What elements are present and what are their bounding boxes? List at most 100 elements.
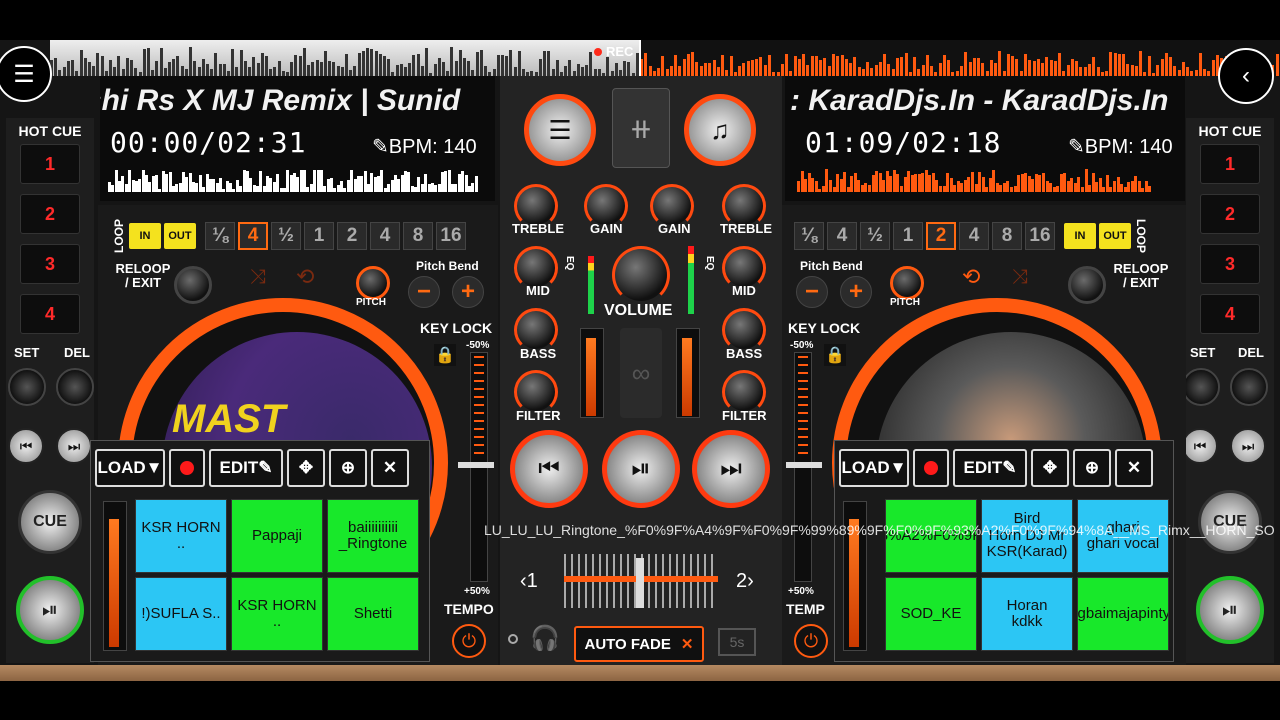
beat-button[interactable]: 1 — [304, 222, 334, 250]
sampler-pad[interactable]: baiiiiiiiiii _Ringtone — [327, 499, 419, 573]
sampler-pad[interactable]: SOD_KE — [885, 577, 977, 651]
pitch-bend-minus-button[interactable]: − — [408, 276, 440, 308]
crossfader-handle[interactable] — [636, 558, 644, 608]
move-button[interactable]: ✥ — [1031, 449, 1069, 487]
hot-cue-2[interactable]: 2 — [1200, 194, 1260, 234]
set-button[interactable] — [8, 368, 46, 406]
key-lock-button[interactable]: 🔒 — [434, 344, 456, 366]
hot-cue-4[interactable]: 4 — [1200, 294, 1260, 334]
key-lock-button[interactable]: 🔒 — [824, 344, 846, 366]
hot-cue-2[interactable]: 2 — [20, 194, 80, 234]
sync-link-button[interactable]: ∞ — [620, 328, 662, 418]
edit-button[interactable]: EDIT ✎ — [953, 449, 1027, 487]
set-button[interactable] — [1182, 368, 1220, 406]
waveform-bar — [543, 51, 547, 76]
beat-button[interactable]: 16 — [436, 222, 466, 250]
master-volume-knob[interactable] — [612, 246, 670, 304]
deck-b-bpm[interactable]: ✎BPM: 140 — [1068, 134, 1173, 159]
auto-fade-button[interactable]: AUTO FADE ✕ — [574, 626, 704, 662]
deck-a-overview-waveform[interactable] — [50, 40, 640, 76]
beat-button[interactable]: 16 — [1025, 222, 1055, 250]
deck-a-prev-button[interactable]: ⏮ — [510, 430, 588, 508]
pitch-bend-plus-button[interactable]: + — [840, 276, 872, 308]
rec-indicator[interactable]: REC — [594, 44, 633, 59]
beat-button[interactable]: 2 — [337, 222, 367, 250]
edit-button[interactable]: EDIT ✎ — [209, 449, 283, 487]
pitch-bend-minus-button[interactable]: − — [796, 276, 828, 308]
hot-cue-3[interactable]: 3 — [20, 244, 80, 284]
close-sampler-button[interactable]: ✕ — [1115, 449, 1153, 487]
hot-cue-4[interactable]: 4 — [20, 294, 80, 334]
hot-cue-1[interactable]: 1 — [1200, 144, 1260, 184]
prev-track-button[interactable]: ⏮ — [1182, 428, 1218, 464]
sampler-pad[interactable]: Horan kdkk — [981, 577, 1073, 651]
move-button[interactable]: ✥ — [287, 449, 325, 487]
close-icon[interactable]: ✕ — [681, 635, 694, 653]
hot-cue-3[interactable]: 3 — [1200, 244, 1260, 284]
sampler-pad[interactable]: !)SUFLA S.. — [135, 577, 227, 651]
record-button[interactable] — [169, 449, 205, 487]
deck-a-play-button[interactable]: ⏯ — [16, 576, 84, 644]
del-button[interactable] — [56, 368, 94, 406]
tempo-slider-handle[interactable] — [786, 462, 822, 468]
tempo-slider-handle[interactable] — [458, 462, 494, 468]
loop-out-button[interactable]: OUT — [1099, 223, 1131, 249]
beat-button[interactable]: ½ — [271, 222, 301, 250]
beat-button[interactable]: 8 — [403, 222, 433, 250]
beat-button[interactable]: 4 — [238, 222, 268, 250]
loop-in-button[interactable]: IN — [129, 223, 161, 249]
beat-button[interactable]: ⅛ — [794, 222, 824, 250]
mixer-toggle-button[interactable]: ⧺ — [612, 88, 670, 168]
hot-cue-1[interactable]: 1 — [20, 144, 80, 184]
deck-b-overview-waveform[interactable] — [640, 40, 1280, 76]
settings-button[interactable]: ⊕ — [329, 449, 367, 487]
repeat-icon[interactable]: ⟲ — [962, 264, 980, 290]
headphones-button[interactable]: 🎧 — [530, 624, 560, 653]
repeat-icon[interactable]: ⟲ — [296, 264, 314, 290]
next-track-button[interactable]: ⏭ — [56, 428, 92, 464]
loop-out-button[interactable]: OUT — [164, 223, 196, 249]
settings-button[interactable]: ⊕ — [1073, 449, 1111, 487]
beat-button[interactable]: 8 — [992, 222, 1022, 250]
deck-b-pitch-knob[interactable] — [890, 266, 924, 300]
record-button[interactable] — [913, 449, 949, 487]
shuffle-icon[interactable]: ⤨ — [250, 266, 266, 289]
deck-a-bpm[interactable]: ✎BPM: 140 — [372, 134, 477, 159]
prev-track-button[interactable]: ⏮ — [8, 428, 44, 464]
pitch-bend-plus-button[interactable]: + — [452, 276, 484, 308]
music-library-button[interactable]: ♫ — [684, 94, 756, 166]
load-button[interactable]: LOAD▼ — [95, 449, 165, 487]
beat-button[interactable]: ½ — [860, 222, 890, 250]
deck-a-reloop-button[interactable] — [174, 266, 212, 304]
deck-b-play-button[interactable]: ⏯ — [1196, 576, 1264, 644]
beat-button[interactable]: 1 — [893, 222, 923, 250]
load-button[interactable]: LOAD▼ — [839, 449, 909, 487]
next-track-button[interactable]: ⏭ — [1230, 428, 1266, 464]
back-button[interactable]: ‹ — [1218, 48, 1274, 104]
playlist-button[interactable]: ☰ — [524, 94, 596, 166]
sampler-pad[interactable]: Shetti — [327, 577, 419, 651]
del-button[interactable] — [1230, 368, 1268, 406]
deck-b-sync-button[interactable]: ⏻ — [794, 624, 828, 658]
fade-time-button[interactable]: 5s — [718, 628, 756, 656]
shuffle-icon[interactable]: ⤨ — [1012, 266, 1028, 289]
sampler-pad[interactable]: Agbaimajapintya — [1077, 577, 1169, 651]
sampler-pad[interactable]: Pappaji — [231, 499, 323, 573]
next-button[interactable]: ⏭ — [692, 430, 770, 508]
beat-button[interactable]: 2 — [926, 222, 956, 250]
deck-a-pitch-knob[interactable] — [356, 266, 390, 300]
deck-a-waveform[interactable] — [108, 168, 478, 192]
deck-b-reloop-button[interactable] — [1068, 266, 1106, 304]
play-pause-button[interactable]: ⏯ — [602, 430, 680, 508]
loop-in-button[interactable]: IN — [1064, 223, 1096, 249]
beat-button[interactable]: 4 — [370, 222, 400, 250]
close-sampler-button[interactable]: ✕ — [371, 449, 409, 487]
deck-a-cue-button[interactable]: CUE — [18, 490, 82, 554]
beat-button[interactable]: 4 — [959, 222, 989, 250]
beat-button[interactable]: 4 — [827, 222, 857, 250]
deck-a-sync-button[interactable]: ⏻ — [452, 624, 486, 658]
deck-b-waveform[interactable] — [797, 168, 1152, 192]
beat-button[interactable]: ⅛ — [205, 222, 235, 250]
sampler-pad[interactable]: KSR HORN .. — [135, 499, 227, 573]
sampler-pad[interactable]: KSR HORN .. — [231, 577, 323, 651]
